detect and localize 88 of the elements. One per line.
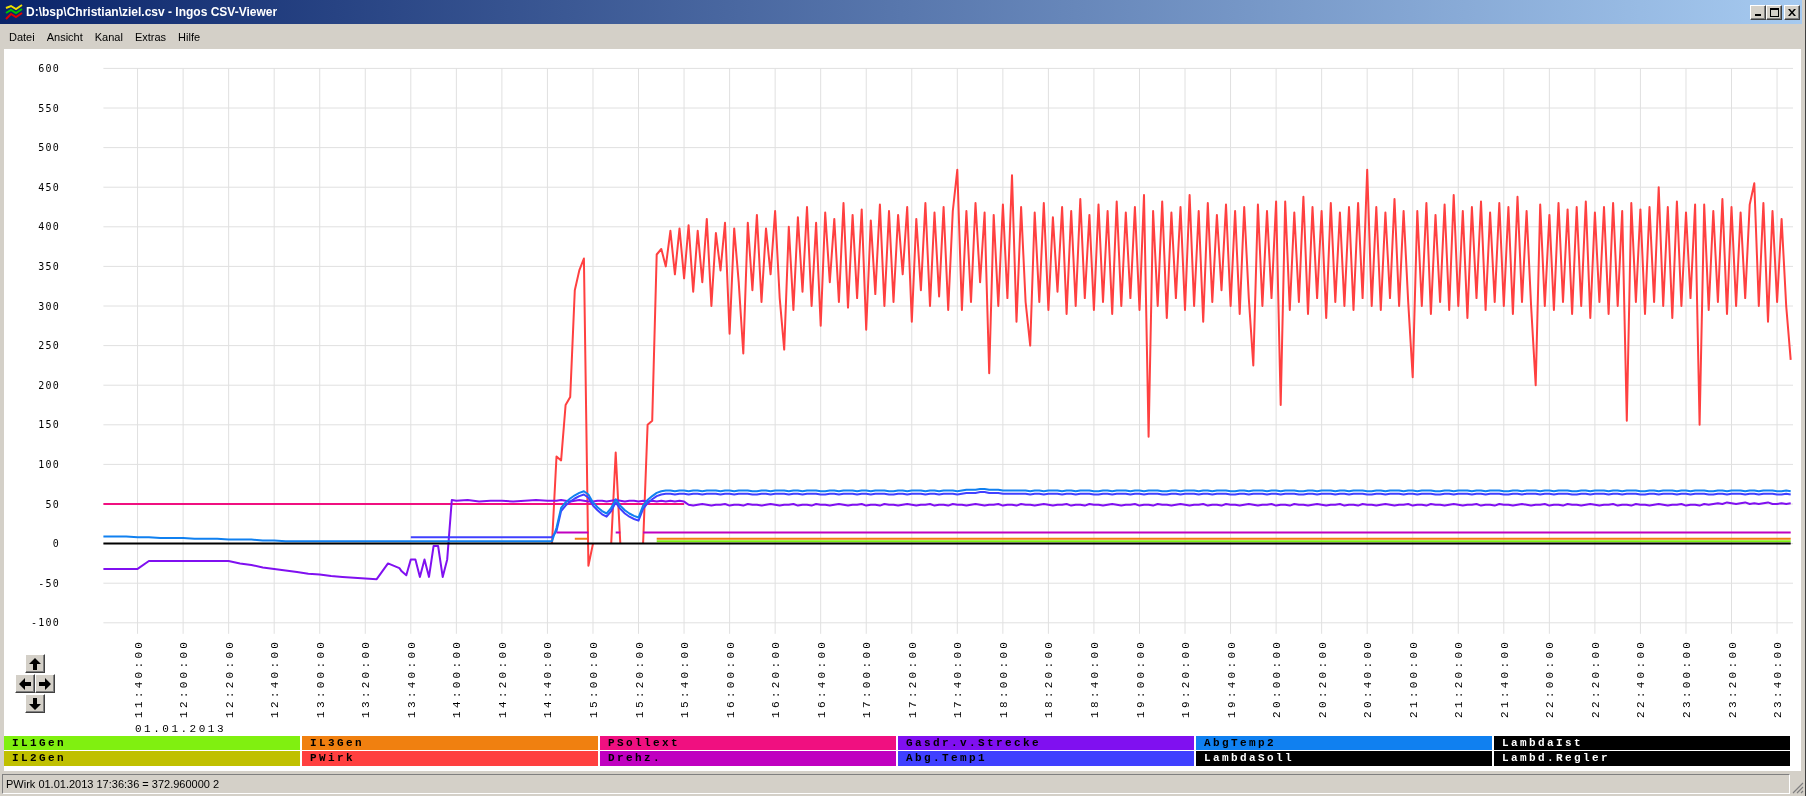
x-axis-label: 20:00:00 <box>1271 638 1284 718</box>
pan-right-button[interactable] <box>35 674 55 693</box>
y-axis-label: 150 <box>38 419 60 431</box>
resize-grip-icon <box>1792 782 1804 794</box>
x-axis-label: 21:20:00 <box>1453 638 1466 718</box>
x-axis-label: 17:20:00 <box>906 638 919 718</box>
minimize-icon <box>1755 13 1761 16</box>
y-axis-label: 200 <box>38 379 60 391</box>
minimize-button[interactable] <box>1750 4 1766 20</box>
pan-left-button[interactable] <box>15 674 35 693</box>
x-axis-label: 23:20:00 <box>1726 638 1739 718</box>
menu-item[interactable]: Ansicht <box>40 28 89 45</box>
x-axis-label: 16:20:00 <box>770 638 783 718</box>
x-axis-label: 15:00:00 <box>588 638 600 718</box>
x-axis-label: 20:20:00 <box>1316 638 1329 718</box>
y-axis-label: 50 <box>45 498 60 510</box>
y-axis-label: -100 <box>31 617 60 629</box>
x-axis-label: 17:00:00 <box>861 638 874 718</box>
arrow-down-icon <box>29 697 41 710</box>
x-axis-label: 15:40:00 <box>679 638 692 718</box>
x-axis-label: 22:20:00 <box>1589 638 1602 718</box>
y-axis-label: -50 <box>38 577 60 589</box>
menu-item[interactable]: Datei <box>3 28 41 45</box>
x-axis-label: 23:40:00 <box>1772 638 1785 718</box>
legend-item: Drehz. <box>600 751 896 766</box>
legend-item: Lambd.Regler <box>1494 751 1790 766</box>
x-axis-label: 13:00:00 <box>314 638 327 718</box>
chart-icon <box>5 4 23 20</box>
legend-item: LambdaSoll <box>1196 751 1492 766</box>
y-axis-label: 250 <box>38 340 60 352</box>
y-axis-label: 600 <box>38 62 60 74</box>
legend-item: IL2Gen <box>4 751 300 766</box>
x-axis-label: 21:40:00 <box>1498 638 1511 718</box>
menu-item[interactable]: Kanal <box>88 28 129 45</box>
x-axis-label: 22:00:00 <box>1544 638 1557 718</box>
y-axis-label: 400 <box>38 221 60 233</box>
x-axis-label: 19:00:00 <box>1134 638 1147 718</box>
arrow-left-icon <box>19 677 31 690</box>
arrow-right-icon <box>39 677 51 690</box>
y-axis-label: 450 <box>38 181 60 193</box>
x-axis-label: 14:00:00 <box>451 638 464 718</box>
x-axis-label: 19:20:00 <box>1180 638 1192 718</box>
y-axis-label: 100 <box>38 458 60 470</box>
arrow-up-icon <box>29 657 41 670</box>
legend-item: AbgTemp2 <box>1196 736 1492 750</box>
menu-item[interactable]: Hilfe <box>172 28 207 45</box>
maximize-icon <box>1769 7 1779 17</box>
y-axis-label: 500 <box>38 142 60 154</box>
y-axis-label: 0 <box>52 538 60 550</box>
x-axis-label: 19:40:00 <box>1225 638 1238 718</box>
x-axis-label: 14:20:00 <box>496 638 509 718</box>
x-axis-label: 14:40:00 <box>542 638 555 718</box>
legend-item: PWirk <box>302 751 598 766</box>
x-axis-label: 16:00:00 <box>724 638 737 718</box>
maximize-button[interactable] <box>1766 4 1782 20</box>
x-axis-label: 17:40:00 <box>952 638 965 718</box>
x-axis-label: 18:00:00 <box>997 638 1010 718</box>
pan-up-button[interactable] <box>25 654 45 673</box>
y-axis-label: 300 <box>38 300 60 312</box>
y-axis-label: 350 <box>38 260 60 272</box>
x-axis-label: 13:40:00 <box>405 638 418 718</box>
x-axis-label: 12:20:00 <box>223 638 236 718</box>
x-axis-label: 21:00:00 <box>1407 638 1420 718</box>
x-axis-label: 18:20:00 <box>1043 638 1056 718</box>
y-axis-label: 550 <box>38 102 60 114</box>
pan-down-button[interactable] <box>25 694 45 713</box>
legend-item: IL1Gen <box>4 736 300 750</box>
x-axis-label: 12:40:00 <box>269 638 282 718</box>
x-axis-label: 18:40:00 <box>1088 638 1101 718</box>
legend-item: Abg.Temp1 <box>898 751 1194 766</box>
x-axis-label: 13:20:00 <box>360 638 373 718</box>
legend-item: IL3Gen <box>302 736 598 750</box>
x-axis-label: 12:00:00 <box>178 638 191 718</box>
legend-item: PSollext <box>600 736 896 750</box>
x-axis-label: 23:00:00 <box>1681 638 1693 718</box>
date-label: 01.01.2013 <box>135 723 226 735</box>
window-title: D:\bsp\Christian\ziel.csv - Ingos CSV-Viewer <box>26 5 279 19</box>
x-axis-label: 15:20:00 <box>633 638 646 718</box>
x-axis-label: 22:40:00 <box>1635 638 1648 718</box>
legend-item: Gasdr.v.Strecke <box>898 736 1194 750</box>
status-text: PWirk 01.01.2013 17:36:36 = 372.960000 2 <box>2 774 1790 794</box>
x-axis-label: 20:40:00 <box>1362 638 1375 718</box>
x-axis-label: 16:40:00 <box>815 638 828 718</box>
x-axis-label: 11:40:00 <box>132 638 145 718</box>
menu-item[interactable]: Extras <box>128 28 173 45</box>
close-icon <box>1788 8 1796 16</box>
legend-item: LambdaIst <box>1494 736 1790 750</box>
close-button[interactable] <box>1784 4 1800 20</box>
